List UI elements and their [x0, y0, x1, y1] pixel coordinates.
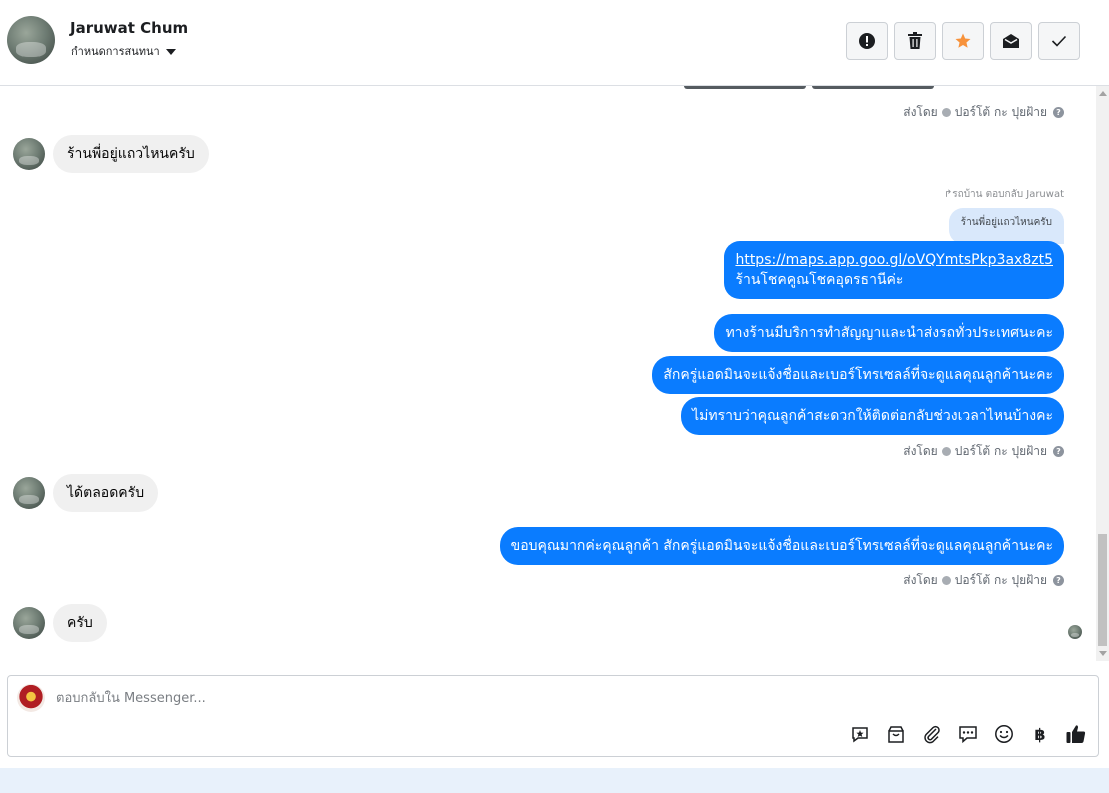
sent-by-meta: ส่งโดย ปอร์โต้ กะ ปุยฝ้าย ?	[903, 442, 1064, 461]
page-footer-band	[0, 768, 1109, 793]
incoming-message: ได้ตลอดครับ	[13, 474, 159, 512]
like-button[interactable]	[1064, 722, 1088, 746]
thumbs-up-icon	[1066, 725, 1086, 743]
mark-unread-button[interactable]	[990, 22, 1032, 60]
attach-button[interactable]	[920, 722, 944, 746]
scroll-up-arrow-icon[interactable]	[1099, 91, 1107, 96]
sent-by-label: ส่งโดย	[903, 444, 938, 458]
chat-bubbles-icon	[959, 726, 977, 744]
incoming-message: ร้านพี่อยู่แถวไหนครับ	[13, 135, 209, 173]
check-circle-icon	[941, 108, 951, 117]
reply-input[interactable]	[56, 689, 1056, 707]
exclamation-circle-icon	[859, 33, 875, 49]
mark-done-button[interactable]	[1038, 22, 1080, 60]
seen-indicator-avatar	[1068, 625, 1082, 639]
header-actions	[846, 22, 1080, 60]
shop-button[interactable]	[884, 722, 908, 746]
payment-button[interactable]: ฿	[1028, 722, 1052, 746]
scroll-down-arrow-icon[interactable]	[1099, 651, 1107, 656]
image-attachment[interactable]	[684, 86, 806, 89]
message-bubble[interactable]: ขอบคุณมากค่ะคุณลูกค้า สักครู่แอดมินจะแจ้…	[499, 527, 1064, 565]
trash-icon	[908, 32, 922, 49]
contact-avatar[interactable]	[13, 138, 45, 170]
page-avatar	[17, 684, 45, 712]
assign-conversation-dropdown[interactable]: กำหนดการสนทนา	[71, 42, 176, 60]
contact-avatar[interactable]	[7, 16, 55, 64]
star-icon	[955, 33, 971, 48]
scroll-thumb[interactable]	[1098, 534, 1107, 646]
message-bubble[interactable]: ครับ	[53, 604, 107, 642]
conversation-header: Jaruwat Chum กำหนดการสนทนา	[0, 0, 1109, 86]
envelope-icon	[1003, 34, 1019, 48]
help-icon[interactable]: ?	[1053, 575, 1064, 586]
thread-scrollbar[interactable]	[1096, 86, 1109, 661]
assign-label: กำหนดการสนทนา	[71, 45, 160, 58]
message-text: ร้านโชคคูณโชคอุดรธานีค่ะ	[735, 272, 904, 288]
checkmark-icon	[1051, 35, 1067, 47]
emoji-button[interactable]	[992, 722, 1016, 746]
contact-avatar[interactable]	[13, 607, 45, 639]
message-bubble[interactable]: ทางร้านมีบริการทำสัญญาและนำส่งรถทั่วประเ…	[714, 314, 1064, 352]
map-link[interactable]: https://maps.app.goo.gl/oVQYmtsPkp3ax8zt…	[735, 252, 1053, 268]
quick-reply-button[interactable]	[956, 722, 980, 746]
smiley-icon	[995, 725, 1013, 743]
reply-context-text: รถบ้าน ตอบกลับ Jaruwat	[952, 189, 1064, 200]
quoted-message[interactable]: ร้านพี่อยู่แถวไหนครับ	[948, 208, 1064, 244]
delete-button[interactable]	[894, 22, 936, 60]
sent-by-meta: ส่งโดย ปอร์โต้ กะ ปุยฝ้าย ?	[903, 103, 1064, 122]
help-icon[interactable]: ?	[1053, 446, 1064, 457]
check-circle-icon	[941, 447, 951, 456]
help-icon[interactable]: ?	[1053, 107, 1064, 118]
contact-name[interactable]: Jaruwat Chum	[70, 19, 188, 37]
check-circle-icon	[941, 576, 951, 585]
saved-reply-button[interactable]	[848, 722, 872, 746]
message-bubble[interactable]: ร้านพี่อยู่แถวไหนครับ	[53, 135, 209, 173]
sent-by-label: ส่งโดย	[903, 105, 938, 119]
paperclip-icon	[924, 725, 940, 744]
sender-name: ปอร์โต้ กะ ปุยฝ้าย	[954, 105, 1047, 119]
sent-by-meta: ส่งโดย ปอร์โต้ กะ ปุยฝ้าย ?	[903, 571, 1064, 590]
caret-down-icon	[165, 49, 176, 55]
saved-reply-icon	[852, 727, 868, 743]
sender-name: ปอร์โต้ กะ ปุยฝ้าย	[954, 444, 1047, 458]
report-button[interactable]	[846, 22, 888, 60]
shopping-bag-icon	[888, 726, 904, 743]
baht-icon: ฿	[1034, 724, 1046, 744]
message-bubble[interactable]: สักครู่แอดมินจะแจ้งชื่อและเบอร์โทรเซลล์ท…	[652, 356, 1064, 394]
sender-name: ปอร์โต้ กะ ปุยฝ้าย	[954, 573, 1047, 587]
contact-avatar[interactable]	[13, 477, 45, 509]
image-attachment[interactable]	[812, 86, 934, 89]
star-button[interactable]	[942, 22, 984, 60]
message-bubble[interactable]: ได้ตลอดครับ	[53, 474, 159, 512]
message-composer: ฿	[7, 675, 1099, 757]
sent-by-label: ส่งโดย	[903, 573, 938, 587]
message-bubble[interactable]: ไม่ทราบว่าคุณลูกค้าสะดวกให้ติดต่อกลับช่ว…	[681, 397, 1064, 435]
reply-context-label: ↱รถบ้าน ตอบกลับ Jaruwat	[944, 187, 1064, 202]
incoming-message: ครับ	[13, 604, 107, 642]
message-thread[interactable]: ส่งโดย ปอร์โต้ กะ ปุยฝ้าย ? ร้านพี่อยู่แ…	[0, 86, 1096, 661]
message-bubble[interactable]: https://maps.app.goo.gl/oVQYmtsPkp3ax8zt…	[724, 241, 1064, 299]
composer-tools: ฿	[848, 722, 1088, 746]
